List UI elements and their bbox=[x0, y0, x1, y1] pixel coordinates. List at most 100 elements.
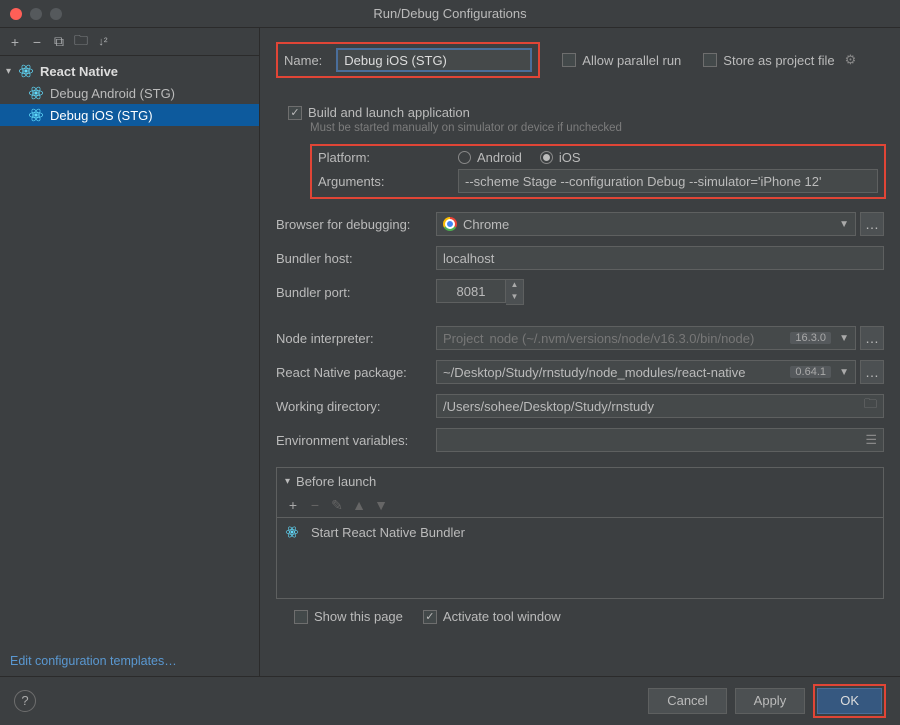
checkbox-label: Build and launch application bbox=[308, 105, 470, 120]
remove-icon[interactable]: − bbox=[307, 497, 323, 513]
chevron-down-icon: ▼ bbox=[839, 333, 849, 344]
checkbox-icon: ✓ bbox=[423, 610, 437, 624]
build-launch-checkbox[interactable]: ✓ Build and launch application bbox=[288, 105, 470, 120]
step-up-icon[interactable]: ▲ bbox=[506, 280, 523, 292]
ok-button[interactable]: OK bbox=[817, 688, 882, 714]
store-project-checkbox[interactable]: Store as project file ⚙ bbox=[703, 52, 856, 68]
titlebar: Run/Debug Configurations bbox=[0, 0, 900, 28]
cancel-button[interactable]: Cancel bbox=[648, 688, 726, 714]
workdir-label: Working directory: bbox=[276, 399, 436, 414]
add-icon[interactable]: + bbox=[285, 497, 301, 513]
help-button[interactable]: ? bbox=[14, 690, 36, 712]
platform-ios-radio[interactable]: iOS bbox=[540, 150, 581, 165]
node-version-tag: 16.3.0 bbox=[790, 332, 831, 344]
node-label: Node interpreter: bbox=[276, 331, 436, 346]
sort-icon[interactable]: ↓² bbox=[94, 33, 112, 51]
env-input[interactable]: ☰ bbox=[436, 428, 884, 452]
step-down-icon[interactable]: ▼ bbox=[506, 292, 523, 304]
node-more-button[interactable]: … bbox=[860, 326, 884, 350]
browser-label: Browser for debugging: bbox=[276, 217, 436, 232]
checkbox-icon bbox=[703, 53, 717, 67]
bundler-port-label: Bundler port: bbox=[276, 285, 436, 300]
show-page-checkbox[interactable]: Show this page bbox=[294, 609, 403, 624]
platform-label: Platform: bbox=[318, 150, 458, 165]
port-stepper[interactable]: ▲ ▼ bbox=[506, 279, 524, 305]
tree-parent-react-native[interactable]: ▾ React Native bbox=[0, 60, 259, 82]
gear-icon[interactable]: ⚙ bbox=[845, 52, 857, 68]
before-launch-section: ▾ Before launch + − ✎ ▲ ▼ Start React Na… bbox=[276, 467, 884, 599]
chevron-down-icon: ▼ bbox=[839, 219, 849, 230]
dialog-footer: ? Cancel Apply OK bbox=[0, 676, 900, 724]
window-title: Run/Debug Configurations bbox=[0, 6, 900, 21]
add-icon[interactable]: + bbox=[6, 33, 24, 51]
radio-label: Android bbox=[477, 150, 522, 165]
name-highlight: Name: bbox=[276, 42, 540, 78]
checkbox-icon bbox=[294, 610, 308, 624]
bundler-host-input[interactable] bbox=[436, 246, 884, 270]
sidebar: + − ⧉ 🗀 ↓² ▾ React Native Debug Android … bbox=[0, 28, 260, 676]
list-icon[interactable]: ☰ bbox=[865, 432, 877, 448]
radio-icon bbox=[540, 151, 553, 164]
browser-select[interactable]: Chrome ▼ bbox=[436, 212, 856, 236]
rn-pkg-more-button[interactable]: … bbox=[860, 360, 884, 384]
config-tree: ▾ React Native Debug Android (STG) Debug… bbox=[0, 56, 259, 646]
tree-item-debug-ios[interactable]: Debug iOS (STG) bbox=[0, 104, 259, 126]
select-value: Chrome bbox=[463, 217, 509, 232]
react-native-icon bbox=[28, 85, 44, 101]
task-label: Start React Native Bundler bbox=[311, 525, 465, 540]
node-select[interactable]: Project node (~/.nvm/versions/node/v16.3… bbox=[436, 326, 856, 350]
rn-pkg-select[interactable]: ~/Desktop/Study/rnstudy/node_modules/rea… bbox=[436, 360, 856, 384]
workdir-value: /Users/sohee/Desktop/Study/rnstudy bbox=[443, 399, 654, 414]
chevron-down-icon: ▾ bbox=[285, 476, 290, 487]
checkbox-label: Show this page bbox=[314, 609, 403, 624]
checkbox-label: Activate tool window bbox=[443, 609, 561, 624]
build-launch-note: Must be started manually on simulator or… bbox=[310, 122, 884, 134]
checkbox-label: Store as project file bbox=[723, 53, 834, 68]
checkbox-icon bbox=[562, 53, 576, 67]
allow-parallel-checkbox[interactable]: Allow parallel run bbox=[562, 53, 681, 68]
sidebar-toolbar: + − ⧉ 🗀 ↓² bbox=[0, 28, 259, 56]
tree-item-label: Debug Android (STG) bbox=[50, 86, 175, 101]
folder-icon[interactable]: 🗀 bbox=[864, 395, 877, 417]
radio-label: iOS bbox=[559, 150, 581, 165]
tree-item-label: Debug iOS (STG) bbox=[50, 108, 153, 123]
before-launch-task[interactable]: Start React Native Bundler bbox=[285, 522, 875, 542]
checkbox-label: Allow parallel run bbox=[582, 53, 681, 68]
up-icon[interactable]: ▲ bbox=[351, 497, 367, 513]
chevron-down-icon: ▾ bbox=[6, 66, 18, 77]
folder-icon[interactable]: 🗀 bbox=[72, 33, 90, 51]
platform-args-highlight: Platform: Android iOS Arguments: bbox=[310, 144, 886, 199]
apply-button[interactable]: Apply bbox=[735, 688, 806, 714]
bundler-port-input[interactable] bbox=[436, 279, 506, 303]
copy-icon[interactable]: ⧉ bbox=[50, 33, 68, 51]
env-label: Environment variables: bbox=[276, 433, 436, 448]
rn-pkg-label: React Native package: bbox=[276, 365, 436, 380]
rn-pkg-version-tag: 0.64.1 bbox=[790, 366, 831, 378]
checkbox-icon: ✓ bbox=[288, 106, 302, 120]
remove-icon[interactable]: − bbox=[28, 33, 46, 51]
tree-item-debug-android[interactable]: Debug Android (STG) bbox=[0, 82, 259, 104]
before-launch-toolbar: + − ✎ ▲ ▼ bbox=[277, 495, 883, 518]
main-panel: Name: Allow parallel run Store as projec… bbox=[260, 28, 900, 676]
rn-pkg-value: ~/Desktop/Study/rnstudy/node_modules/rea… bbox=[443, 365, 745, 380]
name-input[interactable] bbox=[336, 48, 532, 72]
down-icon[interactable]: ▼ bbox=[373, 497, 389, 513]
chrome-icon bbox=[443, 217, 457, 231]
react-native-icon bbox=[18, 63, 34, 79]
activate-tool-checkbox[interactable]: ✓ Activate tool window bbox=[423, 609, 561, 624]
edit-icon[interactable]: ✎ bbox=[329, 497, 345, 513]
tree-parent-label: React Native bbox=[40, 64, 118, 79]
workdir-input[interactable]: /Users/sohee/Desktop/Study/rnstudy 🗀 bbox=[436, 394, 884, 418]
arguments-input[interactable] bbox=[458, 169, 878, 193]
ok-highlight: OK bbox=[813, 684, 886, 718]
react-native-icon bbox=[285, 525, 299, 539]
edit-templates-link[interactable]: Edit configuration templates… bbox=[0, 646, 259, 676]
radio-icon bbox=[458, 151, 471, 164]
platform-android-radio[interactable]: Android bbox=[458, 150, 522, 165]
before-launch-title: Before launch bbox=[296, 474, 376, 489]
node-prefix: Project bbox=[443, 331, 483, 346]
browser-more-button[interactable]: … bbox=[860, 212, 884, 236]
bundler-host-label: Bundler host: bbox=[276, 251, 436, 266]
before-launch-header[interactable]: ▾ Before launch bbox=[277, 468, 883, 495]
name-label: Name: bbox=[284, 53, 336, 68]
